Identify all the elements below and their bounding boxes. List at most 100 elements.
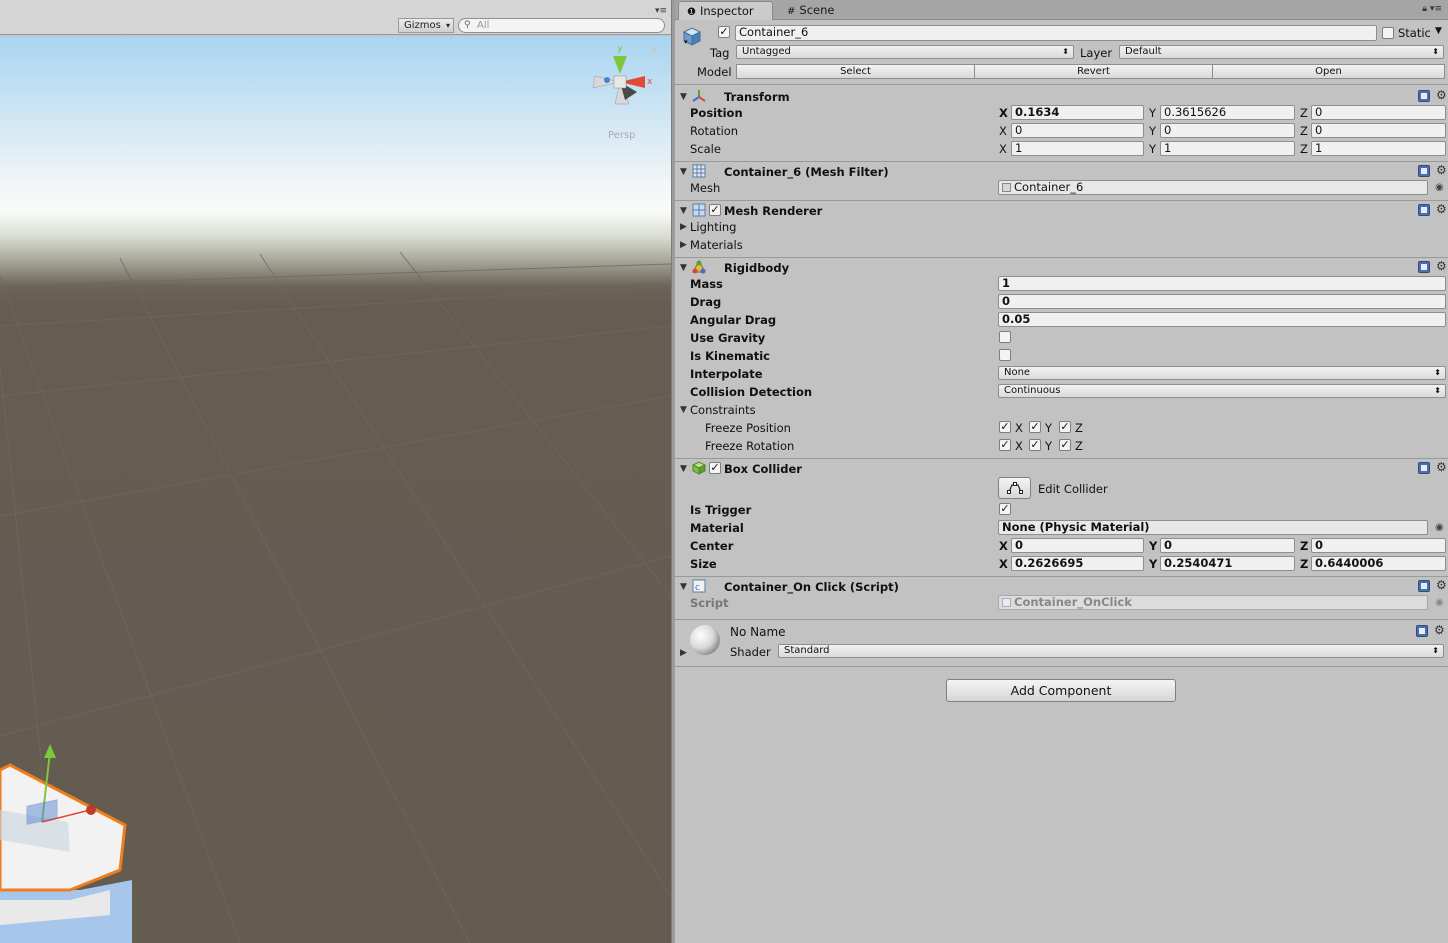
box-collider-enabled-checkbox[interactable]: ✓ [709, 462, 721, 474]
mass-label[interactable]: Mass [690, 277, 723, 291]
layer-dropdown[interactable]: Default ⬍ [1119, 45, 1444, 59]
use-gravity-checkbox[interactable] [999, 331, 1011, 343]
help-book-icon[interactable] [1416, 625, 1428, 637]
tab-menu-icon[interactable]: 🔒︎ ▾≡ [1422, 4, 1442, 14]
scale-x-label[interactable]: X [999, 142, 1007, 156]
help-book-icon[interactable] [1418, 261, 1430, 273]
center-x-field[interactable]: 0 [1011, 538, 1144, 553]
mesh-renderer-title[interactable]: Mesh Renderer [724, 204, 822, 218]
rotation-x-label[interactable]: X [999, 124, 1007, 138]
gear-icon[interactable]: ⚙ [1434, 624, 1445, 636]
gizmos-dropdown[interactable]: Gizmos ▾ [398, 18, 454, 33]
mesh-filter-title[interactable]: Container_6 (Mesh Filter) [724, 165, 889, 179]
help-book-icon[interactable] [1418, 90, 1430, 102]
collision-detection-dropdown[interactable]: Continuous ⬍ [998, 384, 1446, 398]
rotation-z-label[interactable]: Z [1300, 124, 1308, 138]
size-z-field[interactable]: 0.6440006 [1311, 556, 1446, 571]
size-y-field[interactable]: 0.2540471 [1160, 556, 1295, 571]
freeze-position-z-checkbox[interactable]: ✓ [1059, 421, 1071, 433]
add-component-button[interactable]: Add Component [946, 679, 1176, 702]
materials-label[interactable]: Materials [690, 238, 743, 252]
position-y-label[interactable]: Y [1149, 106, 1156, 120]
scene-orientation-gizmo[interactable]: y x [585, 42, 655, 122]
physic-material-field[interactable]: None (Physic Material) [998, 520, 1428, 535]
rotation-z-field[interactable]: 0 [1311, 123, 1446, 138]
model-revert-button[interactable]: Revert [974, 64, 1213, 79]
constraints-label[interactable]: Constraints [690, 403, 756, 417]
mesh-object-field[interactable]: Container_6 [998, 180, 1428, 195]
static-chevron-down-icon[interactable]: ▼ [1435, 26, 1442, 36]
model-select-button[interactable]: Select [736, 64, 975, 79]
scene-view[interactable]: ▾≡ Gizmos ▾ ⚲ All y x Persp 🔒︎ [0, 0, 671, 943]
meshfilter-foldout-icon[interactable]: ▼ [680, 165, 687, 179]
gear-icon[interactable]: ⚙ [1436, 461, 1447, 473]
script-component-title[interactable]: Container_On Click (Script) [724, 580, 899, 594]
help-book-icon[interactable] [1418, 165, 1430, 177]
position-x-label[interactable]: X [999, 106, 1008, 120]
gear-icon[interactable]: ⚙ [1436, 260, 1447, 272]
gear-icon[interactable]: ⚙ [1436, 164, 1447, 176]
boxcollider-foldout-icon[interactable]: ▼ [680, 462, 687, 476]
center-label[interactable]: Center [690, 539, 733, 553]
rigidbody-title[interactable]: Rigidbody [724, 261, 789, 275]
scale-z-field[interactable]: 1 [1311, 141, 1446, 156]
scale-x-field[interactable]: 1 [1011, 141, 1144, 156]
size-x-field[interactable]: 0.2626695 [1011, 556, 1144, 571]
object-name-field[interactable]: Container_6 [735, 25, 1377, 41]
freeze-position-x-checkbox[interactable]: ✓ [999, 421, 1011, 433]
center-x-label[interactable]: X [999, 539, 1008, 553]
help-book-icon[interactable] [1418, 580, 1430, 592]
lock-icon[interactable]: 🔒︎ [652, 44, 657, 55]
static-checkbox[interactable] [1382, 27, 1394, 39]
materials-foldout-icon[interactable]: ▶ [680, 238, 687, 252]
angular-drag-label[interactable]: Angular Drag [690, 313, 776, 327]
rotation-y-label[interactable]: Y [1149, 124, 1156, 138]
mesh-renderer-enabled-checkbox[interactable]: ✓ [709, 204, 721, 216]
prefab-chevron-icon[interactable]: ▾ [684, 38, 688, 46]
object-picker-icon[interactable]: ◉ [1435, 182, 1444, 194]
selected-object-gizmo[interactable] [0, 740, 140, 943]
position-z-field[interactable]: 0 [1311, 105, 1446, 120]
angular-drag-field[interactable]: 0.05 [998, 312, 1446, 327]
position-z-label[interactable]: Z [1300, 106, 1308, 120]
object-picker-icon[interactable]: ◉ [1435, 522, 1444, 534]
scale-y-field[interactable]: 1 [1160, 141, 1295, 156]
edit-collider-button[interactable] [998, 477, 1031, 499]
gear-icon[interactable]: ⚙ [1436, 579, 1447, 591]
interpolate-dropdown[interactable]: None ⬍ [998, 366, 1446, 380]
transform-title[interactable]: Transform [724, 90, 790, 104]
center-y-field[interactable]: 0 [1160, 538, 1295, 553]
center-z-label[interactable]: Z [1300, 539, 1308, 553]
tab-scene[interactable]: # Scene [779, 1, 859, 20]
shader-dropdown[interactable]: Standard ⬍ [778, 644, 1444, 658]
rigidbody-foldout-icon[interactable]: ▼ [680, 261, 687, 275]
model-open-button[interactable]: Open [1212, 64, 1445, 79]
position-x-field[interactable]: 0.1634 [1011, 105, 1144, 120]
size-label[interactable]: Size [690, 557, 717, 571]
center-y-label[interactable]: Y [1149, 539, 1157, 553]
persp-label[interactable]: Persp [608, 130, 636, 141]
lighting-foldout-icon[interactable]: ▶ [680, 220, 687, 234]
meshrenderer-foldout-icon[interactable]: ▼ [680, 204, 687, 218]
gear-icon[interactable]: ⚙ [1436, 203, 1447, 215]
mass-field[interactable]: 1 [998, 276, 1446, 291]
script-foldout-icon[interactable]: ▼ [680, 580, 687, 594]
box-collider-title[interactable]: Box Collider [724, 462, 802, 476]
lighting-label[interactable]: Lighting [690, 220, 736, 234]
position-y-field[interactable]: 0.3615626 [1160, 105, 1295, 120]
scale-z-label[interactable]: Z [1300, 142, 1308, 156]
freeze-rotation-y-checkbox[interactable]: ✓ [1029, 439, 1041, 451]
center-z-field[interactable]: 0 [1311, 538, 1446, 553]
material-foldout-icon[interactable]: ▶ [680, 646, 687, 660]
tag-dropdown[interactable]: Untagged ⬍ [736, 45, 1074, 59]
transform-foldout-icon[interactable]: ▼ [680, 90, 687, 104]
size-z-label[interactable]: Z [1300, 557, 1308, 571]
size-x-label[interactable]: X [999, 557, 1008, 571]
scene-search-input[interactable]: ⚲ All [458, 18, 665, 33]
rotation-x-field[interactable]: 0 [1011, 123, 1144, 138]
active-checkbox[interactable]: ✓ [718, 26, 730, 38]
freeze-rotation-z-checkbox[interactable]: ✓ [1059, 439, 1071, 451]
help-book-icon[interactable] [1418, 204, 1430, 216]
position-label[interactable]: Position [690, 106, 743, 120]
help-book-icon[interactable] [1418, 462, 1430, 474]
